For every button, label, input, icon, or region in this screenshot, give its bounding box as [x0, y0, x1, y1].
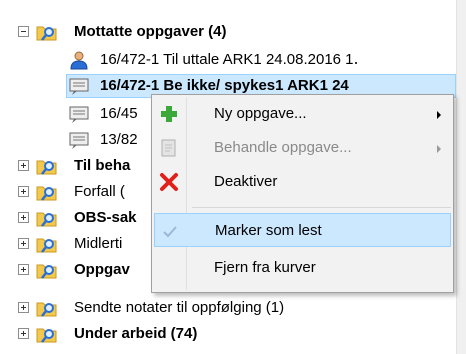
menu-item-deaktiver[interactable]: Deaktiver — [154, 165, 451, 199]
tree-node-folder[interactable]: Forfall ( — [14, 180, 154, 204]
task-item[interactable]: 16/45 — [66, 102, 156, 126]
tree-node-folder[interactable]: Oppgav — [14, 258, 154, 282]
menu-item-label: Deaktiver — [214, 173, 278, 190]
tree-node-folder[interactable]: OBS-sak — [14, 206, 154, 230]
tree-node-label: Forfall ( — [74, 183, 125, 200]
search-folder-icon — [36, 208, 58, 228]
search-folder-icon — [36, 156, 58, 176]
menu-item-marker-som-lest[interactable]: Marker som lest — [154, 213, 451, 247]
plus-icon — [158, 103, 180, 125]
menu-item-fjern-fra-kurver[interactable]: Fjern fra kurver — [154, 251, 451, 285]
task-item-label: 13/82 — [100, 131, 138, 148]
menu-separator — [192, 207, 451, 208]
tree-node-label: Midlerti — [74, 235, 123, 252]
tree-node-mottatte-oppgaver[interactable]: Mottatte oppgaver (4) — [14, 20, 454, 44]
task-item[interactable]: 13/82 — [66, 128, 156, 152]
expand-icon[interactable] — [18, 328, 29, 339]
menu-item-ny-oppgave[interactable]: Ny oppgave... — [154, 97, 451, 131]
checkmark-icon — [159, 220, 181, 242]
menu-item-label: Behandle oppgave... — [214, 139, 352, 156]
document-icon — [68, 104, 90, 124]
expand-icon[interactable] — [18, 302, 29, 313]
task-item-label: 16/472-1 Til uttale ARK1 24.08.2016 1․ — [100, 51, 359, 68]
tree-node-label: Til beha — [74, 157, 131, 174]
tree-node-folder[interactable]: Under arbeid (74) — [14, 322, 454, 346]
task-item[interactable]: 16/472-1 Til uttale ARK1 24.08.2016 1․ — [66, 48, 456, 72]
document-icon — [68, 130, 90, 150]
document-edit-icon — [158, 137, 180, 159]
tree-node-label: Oppgav — [74, 261, 130, 278]
search-folder-icon — [36, 298, 58, 318]
red-x-icon — [158, 171, 180, 193]
menu-item-label: Fjern fra kurver — [214, 259, 316, 276]
tree-node-label: Mottatte oppgaver (4) — [74, 23, 227, 40]
collapse-icon[interactable] — [18, 26, 29, 37]
expand-icon[interactable] — [18, 238, 29, 249]
expand-icon[interactable] — [18, 186, 29, 197]
expand-icon[interactable] — [18, 160, 29, 171]
tree-node-folder[interactable]: Sendte notater til oppfølging (1) — [14, 296, 454, 320]
search-folder-icon — [36, 234, 58, 254]
search-folder-icon — [36, 260, 58, 280]
task-item-label: 16/45 — [100, 105, 138, 122]
expand-icon[interactable] — [18, 264, 29, 275]
tree-node-folder[interactable]: Til beha — [14, 154, 154, 178]
context-menu: Ny oppgave... Behandle oppgave... Deakti… — [151, 94, 454, 293]
search-folder-icon — [36, 324, 58, 344]
person-icon — [68, 50, 90, 70]
search-folder-icon — [36, 182, 58, 202]
submenu-arrow-icon — [437, 111, 441, 119]
vertical-scrollbar[interactable] — [456, 0, 466, 354]
menu-item-label: Ny oppgave... — [214, 105, 307, 122]
document-icon — [68, 76, 90, 96]
tree-node-label: Under arbeid (74) — [74, 325, 198, 342]
menu-item-label: Marker som lest — [215, 222, 322, 239]
submenu-arrow-icon — [437, 145, 441, 153]
tree-node-label: OBS-sak — [74, 209, 137, 226]
tree-node-label: Sendte notater til oppfølging (1) — [74, 299, 285, 316]
search-folder-icon — [36, 22, 58, 42]
menu-item-behandle-oppgave[interactable]: Behandle oppgave... — [154, 131, 451, 165]
tree-node-folder[interactable]: Midlerti — [14, 232, 154, 256]
expand-icon[interactable] — [18, 212, 29, 223]
